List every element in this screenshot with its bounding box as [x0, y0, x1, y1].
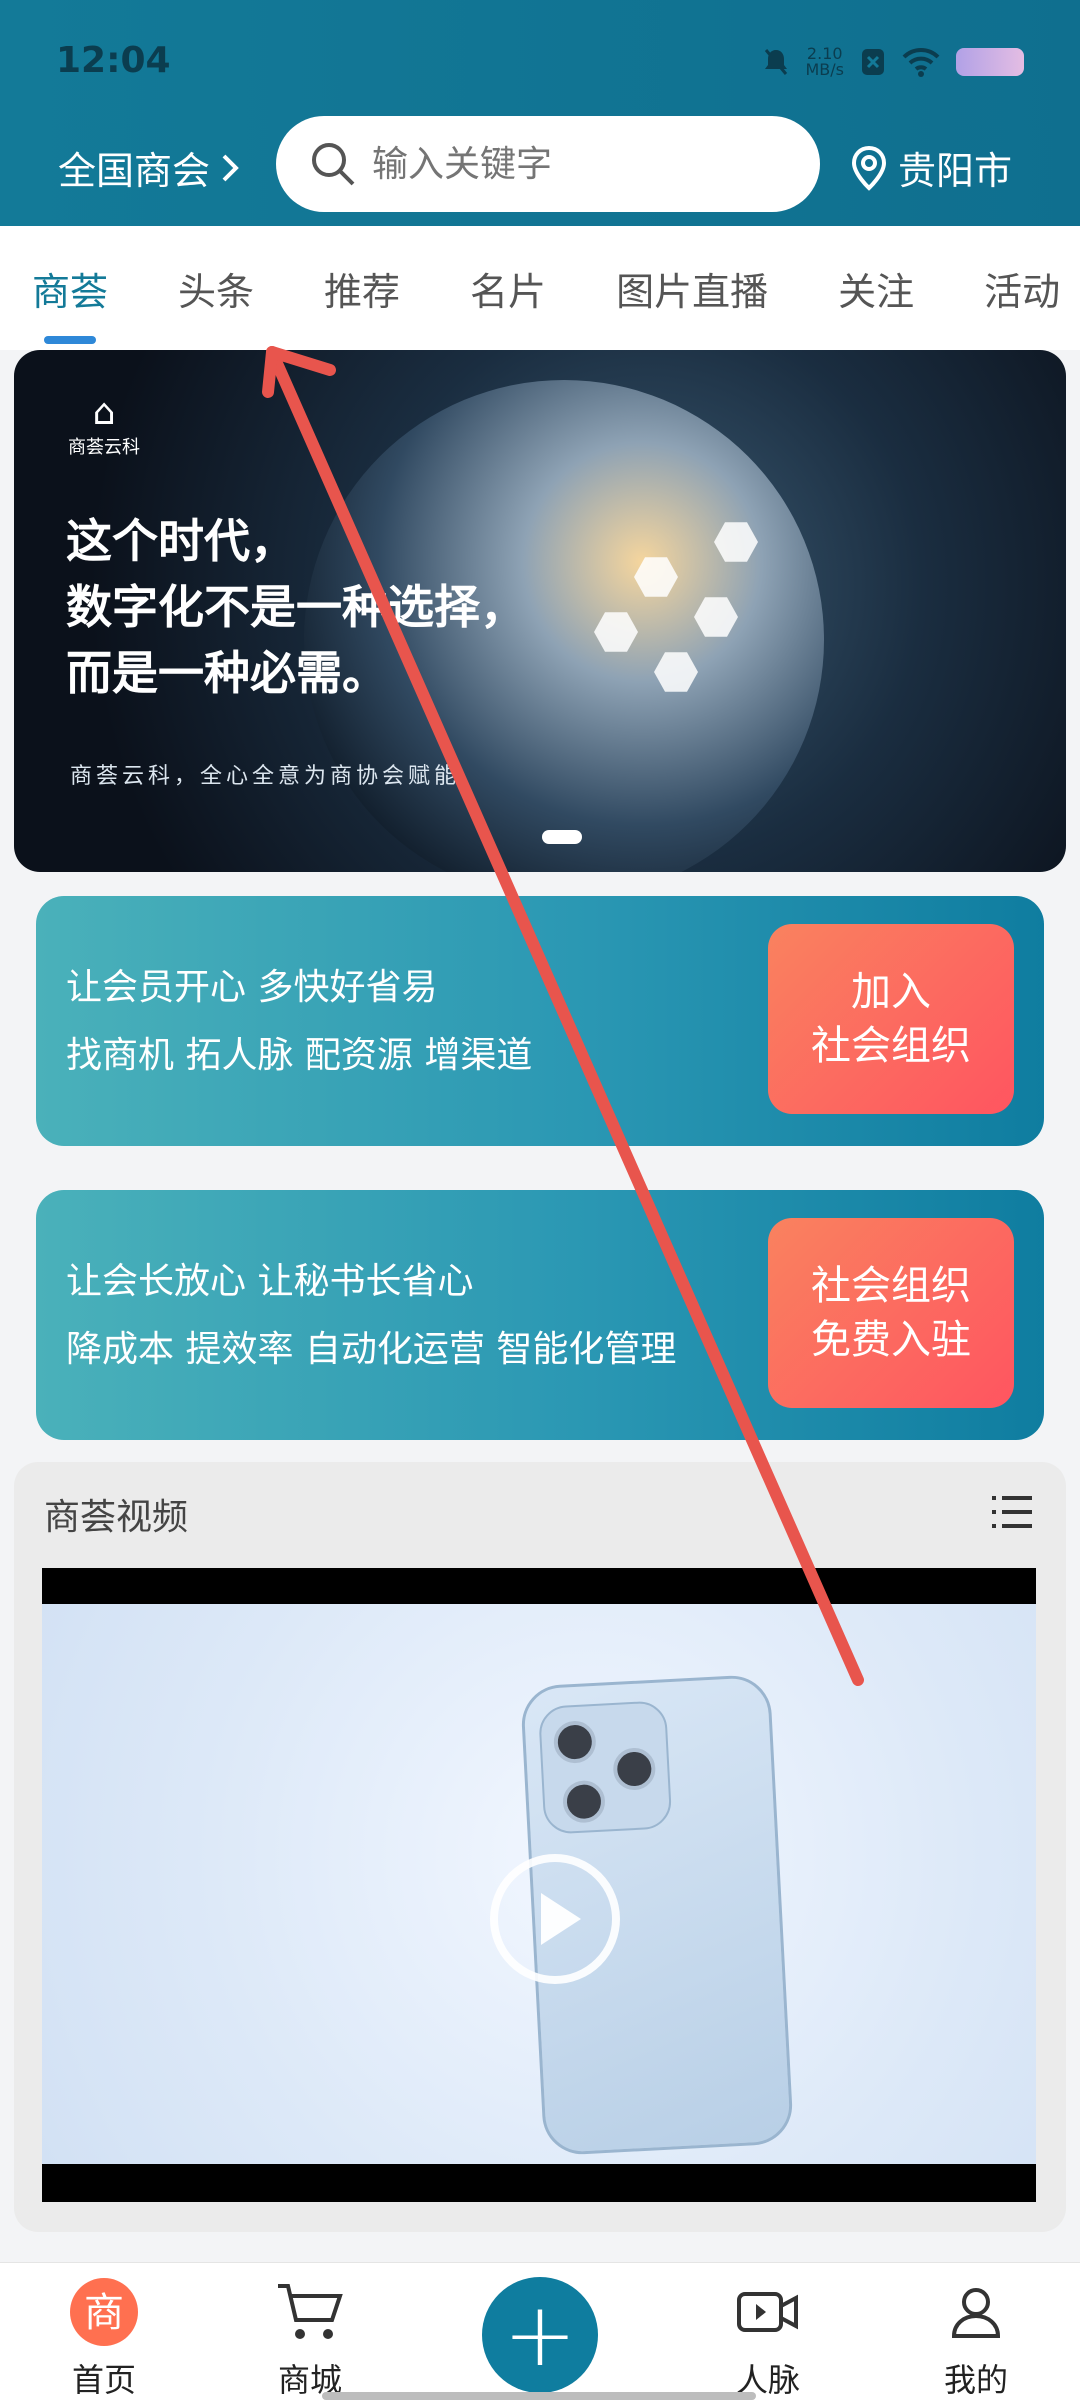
play-icon[interactable] — [490, 1854, 620, 1984]
add-button[interactable]: + — [482, 2277, 598, 2393]
camera-lens — [561, 1779, 607, 1824]
nav-label: 首页 — [71, 2361, 136, 2399]
mute-icon — [765, 49, 788, 75]
headline-line: 这个时代， — [66, 514, 296, 568]
sim-icon — [862, 49, 884, 75]
region-label: 全国商会 — [58, 149, 211, 193]
tab-business-card[interactable]: 名片 — [470, 261, 546, 316]
location-pin-icon — [851, 145, 886, 191]
promo-card-register[interactable]: 让会长放心 让秘书长省心 降成本 提效率 自动化运营 智能化管理 社会组织 免费… — [36, 1190, 1044, 1440]
city-selector[interactable]: 贵阳市 — [850, 140, 1012, 195]
promo-line: 让会长放心 让秘书长省心 — [66, 1261, 474, 1302]
net-speed-unit: MB/s — [805, 60, 844, 79]
net-speed: 2.10 MB/s — [805, 46, 844, 78]
svg-text:商: 商 — [84, 2290, 124, 2336]
promo-line: 降成本 提效率 自动化运营 智能化管理 — [66, 1329, 677, 1370]
nav-home[interactable]: 商 首页 — [34, 2277, 174, 2401]
cta-line: 社会组织 — [811, 1263, 971, 1309]
chevron-right-icon — [222, 154, 239, 181]
headline-line: 数字化不是一种选择， — [66, 580, 526, 634]
tab-headlines[interactable]: 头条 — [178, 261, 254, 316]
user-icon — [906, 2277, 1046, 2347]
list-icon[interactable] — [992, 1496, 1032, 1530]
cta-line: 免费入驻 — [811, 1317, 971, 1363]
logo-text: 商荟云科 — [68, 437, 140, 458]
promo-card-join[interactable]: 让会员开心 多快好省易 找商机 拓人脉 配资源 增渠道 加入 社会组织 — [36, 896, 1044, 1146]
nav-mall[interactable]: 商城 — [240, 2277, 380, 2401]
camera-lens — [612, 1746, 657, 1792]
tab-recommend[interactable]: 推荐 — [324, 261, 400, 316]
tab-shanghui[interactable]: 商荟 — [32, 261, 108, 344]
home-indicator — [322, 2392, 756, 2400]
status-icons: 2.10 MB/s — [763, 46, 1024, 78]
free-register-button[interactable]: 社会组织 免费入驻 — [768, 1218, 1014, 1408]
nav-connections[interactable]: 人脉 — [698, 2277, 838, 2401]
tab-photo-live[interactable]: 图片直播 — [616, 261, 768, 316]
nav-label: 我的 — [943, 2361, 1008, 2399]
city-label: 贵阳市 — [897, 149, 1012, 193]
wifi-icon — [902, 47, 940, 77]
bottom-navigation: 商 首页 商城 + 人脉 我的 — [0, 2262, 1080, 2408]
video-player[interactable] — [42, 1568, 1036, 2202]
video-section: 商荟视频 — [14, 1462, 1066, 2232]
camera-lens — [552, 1719, 597, 1765]
camera-module — [537, 1700, 673, 1835]
tab-events[interactable]: 活动 — [984, 261, 1060, 316]
headline-line: 而是一种必需。 — [66, 646, 388, 700]
join-organization-button[interactable]: 加入 社会组织 — [768, 924, 1014, 1114]
carousel-indicator[interactable] — [542, 830, 582, 844]
banner-headline: 这个时代， 数字化不是一种选择， 而是一种必需。 — [66, 508, 526, 706]
logo-icon: ⌂ — [92, 392, 116, 433]
promo-line: 让会员开心 多快好省易 — [66, 967, 438, 1008]
category-tabs: 商荟 头条 推荐 名片 图片直播 关注 活动 — [0, 226, 1080, 350]
video-thumbnail — [42, 1604, 1036, 2164]
tab-follow[interactable]: 关注 — [838, 261, 914, 316]
cta-line: 加入 — [851, 969, 931, 1015]
battery-icon — [956, 48, 1024, 76]
search-icon — [312, 143, 355, 186]
promo-line: 找商机 拓人脉 配资源 增渠道 — [66, 1035, 533, 1076]
home-icon: 商 — [34, 2277, 174, 2347]
cta-line: 社会组织 — [811, 1023, 971, 1069]
search-bar[interactable] — [276, 116, 820, 212]
hero-banner[interactable]: ⌂ 商荟云科 这个时代， 数字化不是一种选择， 而是一种必需。 商荟云科，全心全… — [14, 350, 1066, 872]
nav-profile[interactable]: 我的 — [906, 2277, 1046, 2401]
status-time: 12:04 — [56, 40, 171, 81]
search-input[interactable] — [372, 143, 792, 185]
section-title: 商荟视频 — [44, 1497, 189, 1538]
region-selector[interactable]: 全国商会 — [58, 140, 240, 195]
cart-icon — [240, 2277, 380, 2347]
video-icon — [698, 2277, 838, 2347]
app-header: 12:04 2.10 MB/s 全国商会 贵阳市 — [0, 0, 1080, 226]
brand-logo: ⌂ 商荟云科 — [68, 392, 140, 459]
banner-subline: 商荟云科，全心全意为商协会赋能 — [70, 764, 461, 789]
